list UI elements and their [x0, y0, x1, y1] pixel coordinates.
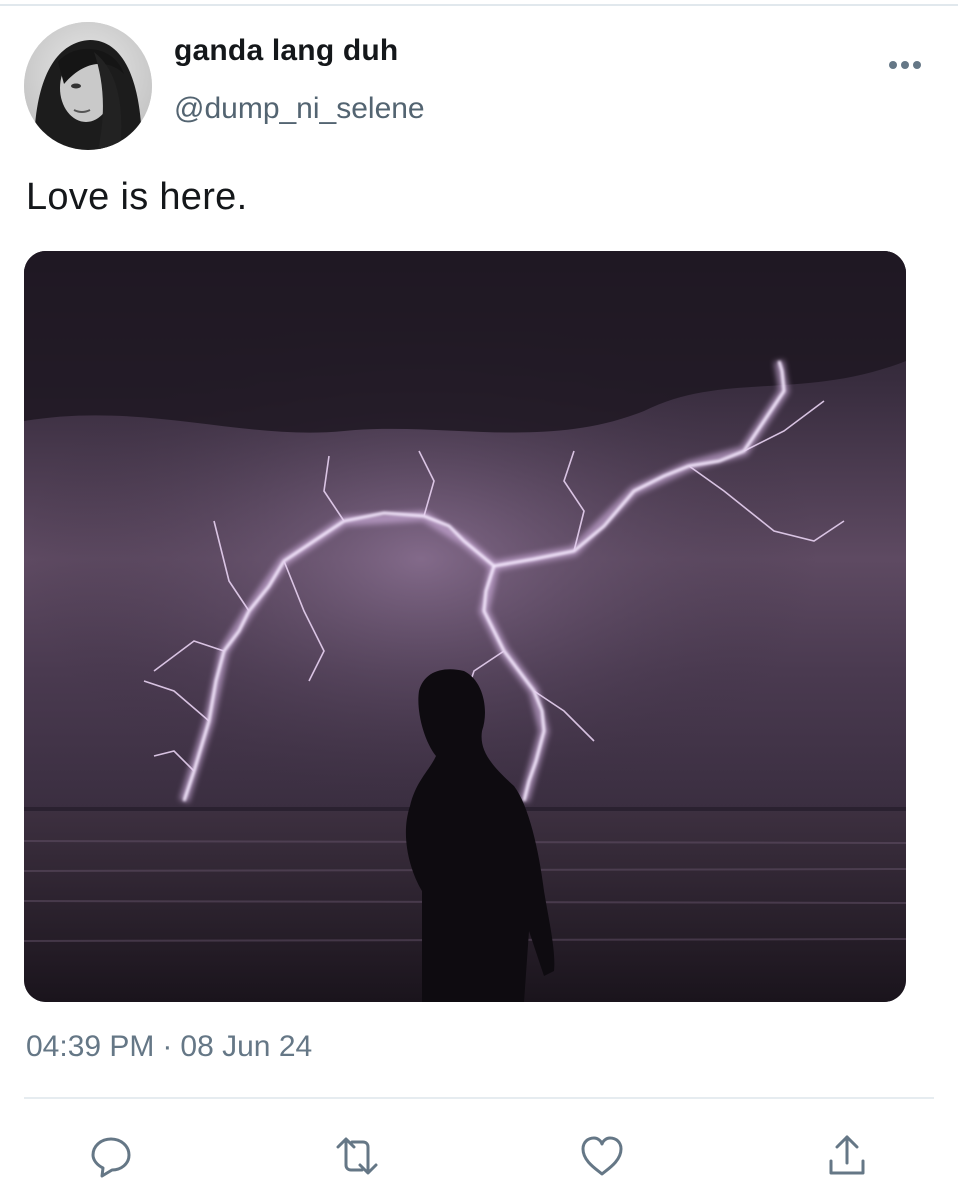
like-button[interactable] — [577, 1131, 627, 1181]
tweet-date: 08 Jun 24 — [180, 1030, 313, 1063]
tweet-timestamp[interactable]: 04:39 PM · 08 Jun 24 — [26, 1030, 312, 1064]
avatar-image — [24, 22, 152, 150]
like-icon — [581, 1136, 623, 1176]
tweet-time: 04:39 PM — [26, 1030, 155, 1063]
lightning-photo — [24, 251, 906, 1002]
display-name[interactable]: ganda lang duh — [174, 34, 398, 68]
avatar[interactable] — [24, 22, 152, 150]
actions-divider — [24, 1097, 934, 1099]
more-options-button[interactable] — [882, 52, 928, 78]
tweet-text: Love is here. — [26, 176, 248, 218]
tweet-media[interactable] — [24, 251, 906, 1002]
top-divider — [0, 4, 958, 6]
share-icon — [829, 1135, 865, 1175]
reply-icon — [91, 1137, 131, 1178]
retweet-button[interactable] — [332, 1131, 382, 1181]
retweet-icon — [336, 1137, 378, 1175]
reply-button[interactable] — [86, 1131, 136, 1181]
timestamp-separator: · — [162, 1030, 173, 1063]
share-button[interactable] — [822, 1131, 872, 1181]
user-handle[interactable]: @dump_ni_selene — [174, 92, 425, 126]
more-horizontal-icon — [889, 61, 921, 69]
